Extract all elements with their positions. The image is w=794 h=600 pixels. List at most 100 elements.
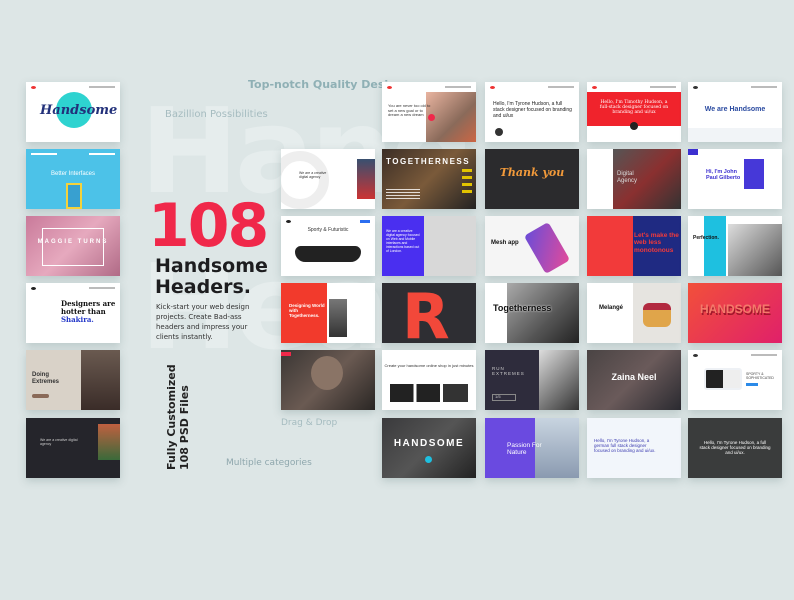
hero-description: Kick-start your web design projects. Cre… xyxy=(156,303,250,341)
photo xyxy=(329,299,347,337)
thumb-text: SPORTY & SOPHISTICATED xyxy=(746,372,774,381)
play-icon xyxy=(425,456,432,463)
thumbnail-timothy-hudson[interactable]: Hello, I'm Timothy Hudson, a full-stack … xyxy=(587,82,681,142)
thumbnail-creative-agency[interactable]: We are a creative digital agency xyxy=(281,149,375,209)
thumbnail-melange[interactable]: Melangé xyxy=(587,283,681,343)
thumbnail-thank-you[interactable]: Thank you xyxy=(485,149,579,209)
thumb-text: R xyxy=(402,283,450,343)
thumbnail-perfection[interactable]: Perfection. xyxy=(688,216,782,276)
thumb-text: Togetherness xyxy=(493,303,552,313)
thumbnail-togetherness[interactable]: TOGETHERNESS xyxy=(382,149,476,209)
features-strip xyxy=(688,128,782,142)
thumbnail-better-interfaces[interactable]: Better Interfaces xyxy=(26,149,120,209)
thumbnail-online-shop[interactable]: Create your handsome online shop in just… xyxy=(382,350,476,410)
thumb-text: Passion For Nature xyxy=(507,442,542,457)
thumbnail-dark-agency[interactable]: We are a creative digital agency xyxy=(26,418,120,478)
circle-graphic xyxy=(281,151,329,209)
photo xyxy=(81,350,120,410)
thumbnail-web-less-monotonous[interactable]: Let's make the web less monotonous xyxy=(587,216,681,276)
photo xyxy=(98,424,120,460)
product-card xyxy=(704,368,742,390)
slide-counter: 1/5 xyxy=(492,394,516,401)
cyan-band xyxy=(704,216,726,276)
thumb-text: Hello, I'm Tyrone Hudson, a full stack d… xyxy=(493,101,572,119)
thumb-text: We are Handsome xyxy=(704,106,766,113)
vertical-caption: Fully Customized 108 PSD Files xyxy=(150,364,191,470)
hero-number: 108 xyxy=(148,191,269,261)
waffles xyxy=(643,303,671,327)
thumbnail-john-paul-gilberto[interactable]: Hi, I'm John Paul Gilberto xyxy=(688,149,782,209)
thumbnail-passion-for-nature[interactable]: Passion For Nature xyxy=(485,418,579,478)
thumb-text: We are a creative digital agency xyxy=(40,438,78,447)
thumbnail-never-too-old[interactable]: You are never too old to set a new goal … xyxy=(382,82,476,142)
thumbnail-handsome-dark[interactable]: HANDSOME xyxy=(382,418,476,478)
avatar xyxy=(630,122,638,130)
thumbnail-handsome-3d[interactable]: HANDSOME xyxy=(688,283,782,343)
thumb-text: RUN EXTREMES xyxy=(492,366,525,377)
phone-icon xyxy=(66,183,82,209)
thumb-text: Hello, I'm Tyrone Hudson, a german full … xyxy=(594,438,656,454)
frame xyxy=(42,228,104,266)
thumbnail-designing-world[interactable]: Designing World with Togetherness. xyxy=(281,283,375,343)
thumb-text: TOGETHERNESS xyxy=(386,157,471,166)
thumbnail-sporty-sophisticated[interactable]: SPORTY & SOPHISTICATED xyxy=(688,350,782,410)
avatar xyxy=(495,128,503,136)
thumbnail-designers-shakira[interactable]: Designers are hotter than Shakira. xyxy=(26,283,120,343)
thumb-text: Thank you xyxy=(499,166,565,179)
multiple-categories-label: Multiple categories xyxy=(226,458,312,468)
photo xyxy=(539,350,579,410)
thumbnail-we-are-handsome[interactable]: We are Handsome xyxy=(688,82,782,142)
thumb-text: MAGGIE TURNS xyxy=(37,239,109,245)
thumb-text: Mesh app xyxy=(491,240,519,246)
thumb-text: Zaina Neel xyxy=(611,372,657,382)
thumbnail-maggie-turns[interactable]: MAGGIE TURNS xyxy=(26,216,120,276)
vr-headset xyxy=(295,246,361,262)
portrait xyxy=(744,159,764,189)
thumbnail-togetherness-workspace[interactable]: Togetherness xyxy=(485,283,579,343)
thumb-text: We are a creative digital agency xyxy=(299,171,327,180)
red-portrait xyxy=(587,216,633,276)
thumb-text: Perfection. xyxy=(693,235,719,241)
thumb-text: Hello, I'm Timothy Hudson, a full-stack … xyxy=(599,100,669,116)
thumbnail-tyrone-hudson[interactable]: Hello, I'm Tyrone Hudson, a full stack d… xyxy=(485,82,579,142)
thumbnail-big-r[interactable]: R xyxy=(382,283,476,343)
thumb-text: Hello, I'm Tyrone Hudson, a full stack d… xyxy=(699,440,771,456)
thumb-text: Digital Agency xyxy=(617,171,638,184)
vertical-line2: 108 PSD Files xyxy=(178,385,191,470)
text-lines xyxy=(386,189,420,201)
thumb-text: HANDSOME xyxy=(393,438,465,449)
yellow-tags xyxy=(462,169,472,193)
portrait xyxy=(311,356,343,390)
thumb-text: Better Interfaces xyxy=(50,171,96,177)
thumbnail-london-agency[interactable]: We are a creative digital agency focused… xyxy=(382,216,476,276)
thumbnail-handsome-script[interactable]: Handsome xyxy=(26,82,120,142)
cta-button xyxy=(32,394,49,398)
thumb-text: You are never too old to set a new goal … xyxy=(388,103,431,118)
drag-drop-label: Drag & Drop xyxy=(281,418,338,428)
vertical-line1: Fully Customized xyxy=(165,364,178,470)
cta-button xyxy=(746,383,758,386)
thumb-text: We are a creative digital agency focused… xyxy=(386,229,420,253)
thumb-text: Create your handsome online shop in just… xyxy=(384,363,474,368)
thumbnail-run-extremes[interactable]: RUN EXTREMES 1/5 xyxy=(485,350,579,410)
thumb-text: Sporty & Futuristic xyxy=(307,227,349,233)
thumbnail-zaina-neel[interactable]: Zaina Neel xyxy=(587,350,681,410)
thumb-text: Handsome xyxy=(40,103,118,118)
thumbnail-mesh-app[interactable]: Mesh app xyxy=(485,216,579,276)
thumb-text: Hi, I'm John Paul Gilberto xyxy=(706,169,741,182)
logo xyxy=(281,352,291,356)
thumbnail-digital-agency[interactable]: Digital Agency xyxy=(587,149,681,209)
thumbnail-tyrone-german[interactable]: Hello, I'm Tyrone Hudson, a german full … xyxy=(587,418,681,478)
thumbnail-sporty-futuristic[interactable]: Sporty & Futuristic xyxy=(281,216,375,276)
thumb-text: HANDSOME xyxy=(699,302,770,316)
hero-title-line1: Handsome xyxy=(155,255,268,277)
logo xyxy=(688,149,698,155)
photo xyxy=(728,224,782,276)
phone-graphic xyxy=(523,221,571,275)
thumb-text: Doing Extremes xyxy=(32,372,60,385)
bazillion-label: Bazillion Possibilities xyxy=(165,109,268,120)
product-images xyxy=(390,384,468,402)
thumbnail-old-man[interactable] xyxy=(281,350,375,410)
thumbnail-doing-extremes[interactable]: Doing Extremes xyxy=(26,350,120,410)
thumbnail-tyrone-dark[interactable]: Hello, I'm Tyrone Hudson, a full stack d… xyxy=(688,418,782,478)
